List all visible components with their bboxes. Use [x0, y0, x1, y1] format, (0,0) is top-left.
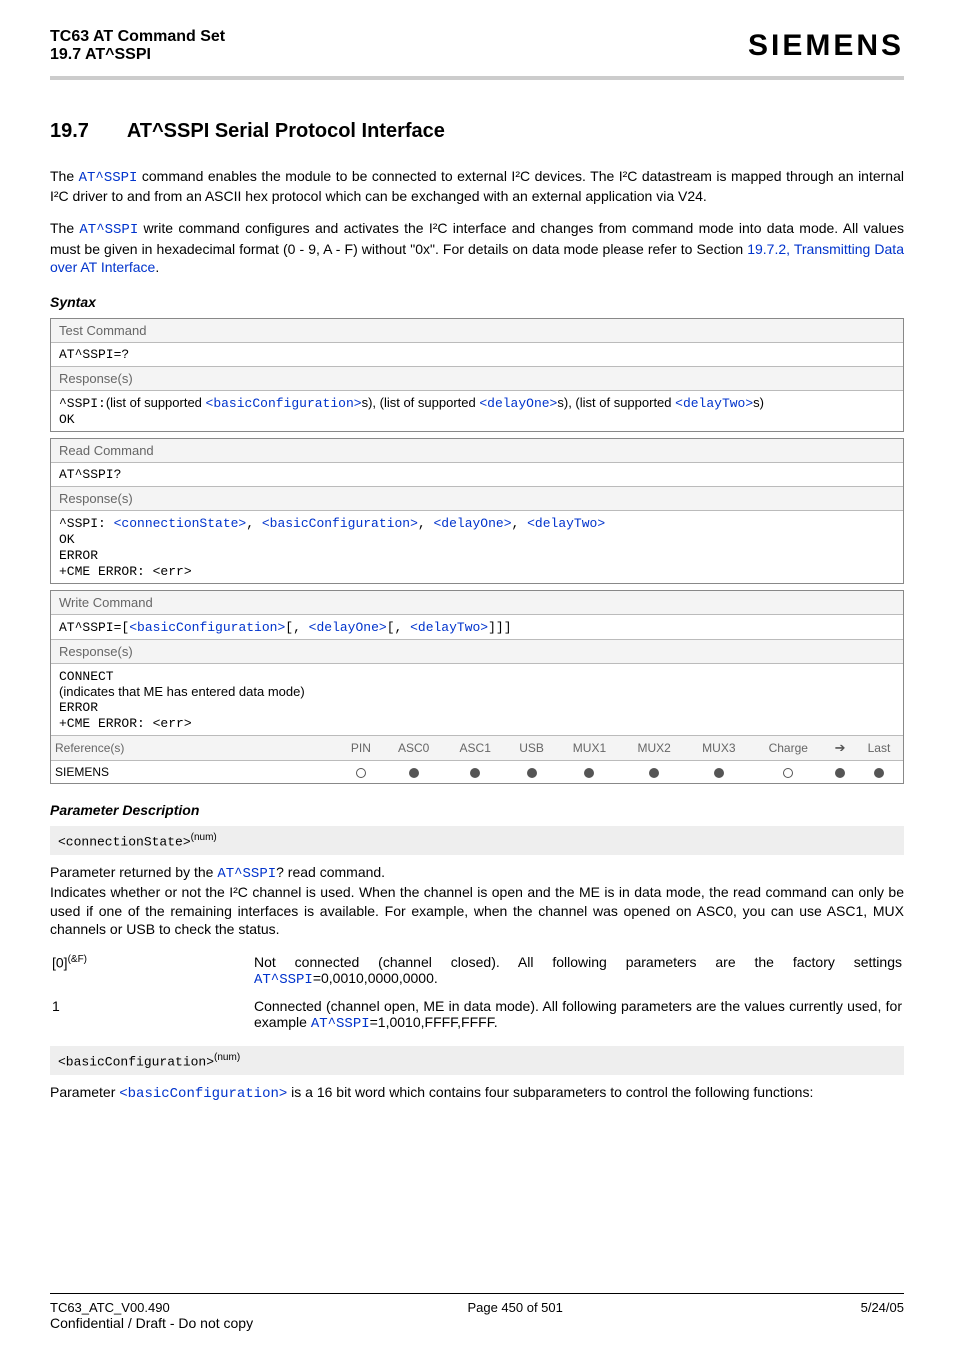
references-label: Reference(s)	[51, 735, 339, 760]
param-link[interactable]: <delayOne>	[433, 516, 511, 531]
footer-confidentiality: Confidential / Draft - Do not copy	[50, 1315, 904, 1331]
support-dot-filled	[584, 768, 594, 778]
responses-label: Response(s)	[51, 366, 903, 390]
intro-paragraph-1: The AT^SSPI command enables the module t…	[50, 167, 904, 205]
read-command-box: Read Command AT^SSPI? Response(s) ^SSPI:…	[50, 438, 904, 584]
support-dot-filled	[409, 768, 419, 778]
param-basicconfiguration-desc: Parameter <basicConfiguration> is a 16 b…	[50, 1083, 904, 1103]
param-link[interactable]: <basicConfiguration>	[206, 396, 362, 411]
section-title: AT^SSPI Serial Protocol Interface	[127, 120, 445, 142]
param-link[interactable]: <delayOne>	[479, 396, 557, 411]
support-dot-filled	[470, 768, 480, 778]
at-sspi-link[interactable]: AT^SSPI	[79, 170, 138, 186]
param-link[interactable]: <delayOne>	[309, 620, 387, 635]
param-connectionstate-header: <connectionState>(num)	[50, 826, 904, 855]
footer-date: 5/24/05	[861, 1300, 904, 1315]
support-dot-filled	[714, 768, 724, 778]
value-desc: Not connected (channel closed). All foll…	[254, 950, 902, 992]
footer-page-number: Page 450 of 501	[467, 1300, 562, 1315]
reference-table: Reference(s) PIN ASC0 ASC1 USB MUX1 MUX2…	[51, 735, 903, 783]
write-command-label: Write Command	[51, 591, 903, 614]
support-dot-filled	[874, 768, 884, 778]
test-response: ^SSPI:(list of supported <basicConfigura…	[51, 390, 903, 431]
value-key: 1	[52, 994, 252, 1036]
param-link[interactable]: <connectionState>	[114, 516, 247, 531]
intro-paragraph-2: The AT^SSPI write command configures and…	[50, 219, 904, 276]
param-link[interactable]: <basicConfiguration>	[262, 516, 418, 531]
write-response: CONNECT (indicates that ME has entered d…	[51, 663, 903, 735]
connectionstate-values: [0](&F) Not connected (channel closed). …	[50, 948, 904, 1038]
support-dot-filled	[527, 768, 537, 778]
responses-label: Response(s)	[51, 486, 903, 510]
support-dot-filled	[649, 768, 659, 778]
read-command-label: Read Command	[51, 439, 903, 462]
write-command-box: Write Command AT^SSPI=[<basicConfigurati…	[50, 590, 904, 784]
at-sspi-link[interactable]: AT^SSPI	[217, 866, 276, 882]
at-sspi-link[interactable]: AT^SSPI	[311, 1016, 370, 1032]
page-footer: TC63_ATC_V00.490 Page 450 of 501 5/24/05…	[50, 1293, 904, 1331]
support-dot-open	[356, 768, 366, 778]
header-rule	[50, 76, 904, 80]
test-command-box: Test Command AT^SSPI=? Response(s) ^SSPI…	[50, 318, 904, 432]
at-sspi-link[interactable]: AT^SSPI	[254, 972, 313, 988]
footer-doc-version: TC63_ATC_V00.490	[50, 1300, 170, 1315]
responses-label: Response(s)	[51, 639, 903, 663]
section-heading: 19.7 AT^SSPI Serial Protocol Interface	[50, 120, 904, 143]
support-dot-open	[783, 768, 793, 778]
header-left: TC63 AT Command Set 19.7 AT^SSPI	[50, 28, 225, 64]
param-link[interactable]: <delayTwo>	[675, 396, 753, 411]
support-dot-filled	[835, 768, 845, 778]
param-link[interactable]: <basicConfiguration>	[129, 620, 285, 635]
value-desc: Connected (channel open, ME in data mode…	[254, 994, 902, 1036]
parameter-description-heading: Parameter Description	[50, 802, 904, 818]
airplane-icon: ➔	[835, 740, 846, 756]
doc-title: TC63 AT Command Set	[50, 28, 225, 46]
test-command: AT^SSPI=?	[51, 342, 903, 366]
at-sspi-link[interactable]: AT^SSPI	[79, 222, 138, 238]
param-connectionstate-desc: Parameter returned by the AT^SSPI? read …	[50, 863, 904, 938]
param-basicconfiguration-header: <basicConfiguration>(num)	[50, 1046, 904, 1075]
page-header: TC63 AT Command Set 19.7 AT^SSPI SIEMENS	[50, 28, 904, 72]
test-command-label: Test Command	[51, 319, 903, 342]
reference-name: SIEMENS	[51, 760, 339, 783]
param-link[interactable]: <delayTwo>	[527, 516, 605, 531]
read-response: ^SSPI: <connectionState>, <basicConfigur…	[51, 510, 903, 583]
write-command: AT^SSPI=[<basicConfiguration>[, <delayOn…	[51, 614, 903, 639]
section-ref: 19.7 AT^SSPI	[50, 46, 225, 64]
param-link[interactable]: <basicConfiguration>	[119, 1086, 287, 1102]
section-number: 19.7	[50, 120, 122, 143]
read-command: AT^SSPI?	[51, 462, 903, 486]
param-link[interactable]: <delayTwo>	[410, 620, 488, 635]
syntax-heading: Syntax	[50, 294, 904, 310]
brand-logo: SIEMENS	[748, 29, 904, 63]
value-key: [0](&F)	[52, 950, 252, 992]
